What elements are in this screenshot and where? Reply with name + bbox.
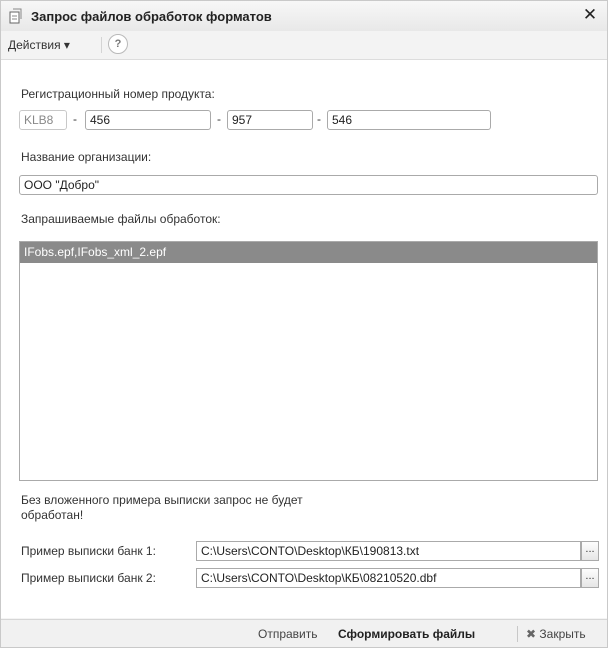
separator-dash-3: -: [317, 112, 321, 126]
product-part1-input[interactable]: 456: [85, 110, 211, 130]
menu-bar: Действия ▾ ?: [1, 31, 607, 60]
warning-text-line1: Без вложенного примера выписки запрос не…: [21, 493, 303, 507]
dialog-window: Запрос файлов обработок форматов ✕ Дейст…: [0, 0, 608, 648]
menu-separator: [101, 37, 102, 53]
title-bar: Запрос файлов обработок форматов ✕: [1, 1, 607, 31]
separator-dash-2: -: [217, 112, 221, 126]
footer-separator: [517, 626, 518, 642]
close-button[interactable]: ✖ Закрыть: [526, 627, 586, 641]
product-number-label: Регистрационный номер продукта:: [21, 87, 215, 101]
list-item[interactable]: IFobs.epf,IFobs_xml_2.epf: [20, 242, 597, 263]
product-part2-input[interactable]: 957: [227, 110, 313, 130]
close-button-label: Закрыть: [539, 627, 586, 641]
close-x-icon: ✖: [526, 627, 537, 641]
help-icon[interactable]: ?: [108, 34, 128, 54]
requested-files-list[interactable]: IFobs.epf,IFobs_xml_2.epf: [19, 241, 598, 481]
window-title: Запрос файлов обработок форматов: [31, 9, 272, 24]
footer-bar: Отправить Сформировать файлы ✖ Закрыть: [1, 619, 607, 647]
form-content: Регистрационный номер продукта: KLB8 - 4…: [1, 60, 607, 618]
separator-dash-1: -: [73, 112, 77, 126]
bank2-label: Пример выписки банк 2:: [21, 571, 156, 585]
warning-text-line2: обработан!: [21, 508, 84, 522]
organization-input[interactable]: ООО "Добро": [19, 175, 598, 195]
send-button[interactable]: Отправить: [258, 627, 318, 641]
requested-files-label: Запрашиваемые файлы обработок:: [21, 212, 221, 226]
bank1-browse-button[interactable]: ...: [581, 541, 599, 561]
product-part3-input[interactable]: 546: [327, 110, 491, 130]
generate-files-button[interactable]: Сформировать файлы: [338, 627, 475, 641]
organization-label: Название организации:: [21, 150, 152, 164]
bank2-path-input[interactable]: C:\Users\CONTO\Desktop\КБ\08210520.dbf: [196, 568, 581, 588]
actions-menu[interactable]: Действия ▾: [8, 38, 70, 52]
bank1-path-input[interactable]: C:\Users\CONTO\Desktop\КБ\190813.txt: [196, 541, 581, 561]
bank2-browse-button[interactable]: ...: [581, 568, 599, 588]
bank1-label: Пример выписки банк 1:: [21, 544, 156, 558]
product-prefix-field: KLB8: [19, 110, 67, 130]
close-icon[interactable]: ✕: [579, 4, 601, 26]
file-request-icon: [9, 8, 22, 24]
